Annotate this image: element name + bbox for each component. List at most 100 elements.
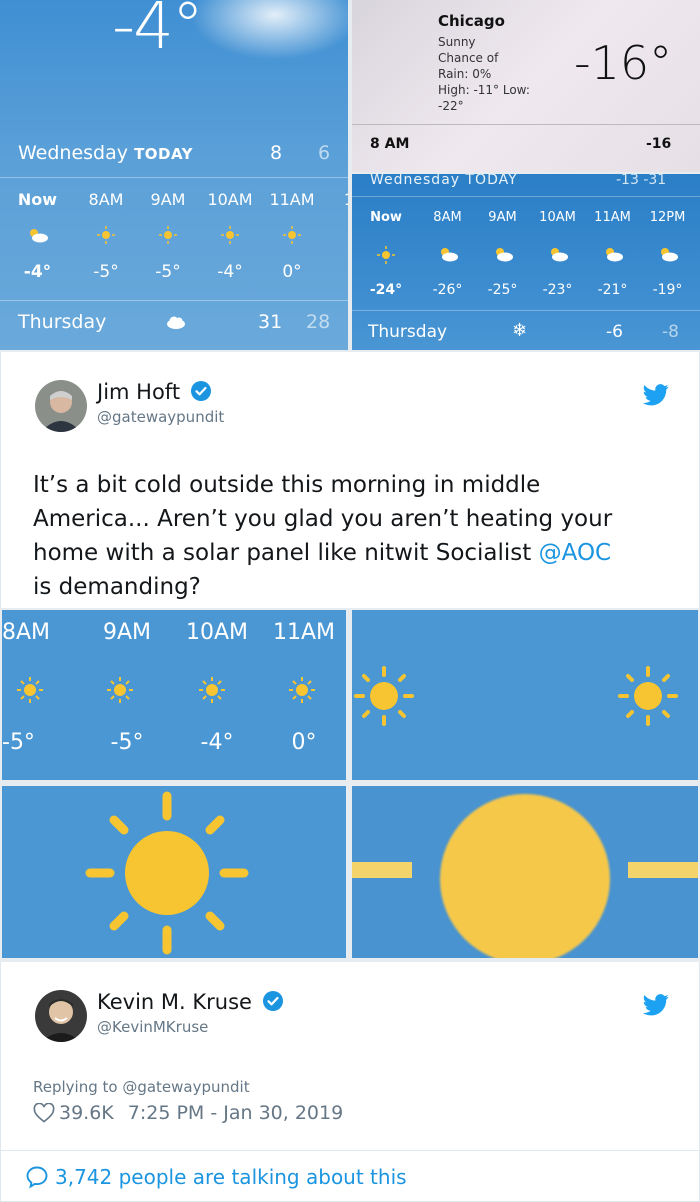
hour-label: 10AM	[207, 190, 253, 209]
sun-icon	[288, 676, 316, 708]
conversation-link[interactable]: 3,742 people are talking about this	[25, 1165, 407, 1189]
sun-ray	[352, 862, 412, 878]
timestamp[interactable]: 7:25 PM - Jan 30, 2019	[128, 1102, 343, 1124]
display-name-text[interactable]: Kevin M. Kruse	[97, 990, 252, 1014]
hour-temp: -4°	[200, 730, 234, 755]
hour-temp: -4°	[23, 262, 52, 282]
heart-icon[interactable]	[33, 1103, 55, 1123]
hour-label: 8AM	[433, 210, 462, 225]
tweet-line: home with a solar panel like nitwit Soci…	[33, 536, 673, 570]
divider	[352, 124, 700, 125]
partly-cloudy-icon	[530, 246, 585, 264]
zoom-image-forecast: 8AM 9AM 10AM 11AM -5° -5° -4° 0°	[2, 610, 346, 780]
next-day-high: -6	[606, 322, 623, 342]
partly-cloudy-icon	[0, 226, 75, 244]
hour-temp: -4°	[217, 262, 243, 282]
next-day-low: -8	[662, 322, 679, 342]
twitter-bird-icon[interactable]	[642, 994, 669, 1020]
hourly-temps: -24° -26° -25° -23° -21° -19°	[352, 282, 700, 298]
hour-label: 10AM	[185, 620, 249, 645]
divider	[352, 310, 700, 311]
verified-badge-icon	[190, 380, 211, 406]
next-day-high: 31	[258, 311, 283, 333]
sun-icon	[137, 226, 199, 244]
hour-temp: -24°	[369, 282, 403, 298]
tweet-card-jim-hoft[interactable]: Jim Hoft @gatewaypundit It’s a bit cold …	[0, 352, 700, 608]
sun-icon	[440, 794, 610, 958]
weather-screenshot-right: Wednesday TODAY -13 -31 Now 8AM 9AM 10AM…	[352, 174, 700, 350]
hour-temp: 2	[323, 262, 348, 282]
comment-bubble-icon	[25, 1165, 49, 1189]
cut-header: Wednesday TODAY	[370, 174, 518, 188]
hourly-labels: Now 8AM 9AM 10AM 11AM 12PM	[352, 210, 700, 225]
hour-temp: -5°	[93, 262, 119, 282]
hour-label: 8AM	[2, 620, 51, 645]
tweet-card-kevin-kruse[interactable]: Kevin M. Kruse @KevinMKruse Replying to …	[0, 962, 700, 1202]
day-low: 6	[318, 142, 331, 164]
hour-temp: 0°	[282, 262, 302, 282]
display-name-text[interactable]: Jim Hoft	[97, 380, 180, 404]
mention-link[interactable]: @AOC	[539, 540, 612, 566]
hour-temp: -25°	[487, 282, 518, 298]
zoom-temps: -5° -5° -4° 0°	[2, 730, 346, 755]
user-handle[interactable]: @gatewaypundit	[97, 408, 224, 426]
tweet-stats: 39.6K 7:25 PM - Jan 30, 2019	[33, 1102, 343, 1124]
display-name[interactable]: Jim Hoft	[97, 380, 211, 406]
rain-value: Rain: 0%	[438, 67, 492, 81]
tweet-line: is demanding?	[33, 574, 201, 600]
zoom-hour-labels: 8AM 9AM 10AM 11AM	[2, 620, 346, 645]
avatar[interactable]	[35, 380, 87, 432]
next-day-low: 28	[306, 311, 331, 333]
hour-temp: -19°	[652, 282, 683, 298]
hour-label: 9AM	[102, 620, 152, 645]
like-count[interactable]: 39.6K	[59, 1102, 114, 1124]
sun-ray	[628, 862, 698, 878]
hour-temp: -26°	[432, 282, 463, 298]
hour-temp: -16	[646, 136, 672, 152]
hour-label: 12PM	[649, 210, 686, 225]
divider	[1, 1150, 700, 1151]
sun-icon	[198, 676, 226, 708]
hour-temp: -21°	[597, 282, 628, 298]
hour-label: 9AM	[488, 210, 517, 225]
verified-badge-icon	[262, 990, 283, 1016]
user-handle[interactable]: @KevinMKruse	[97, 1018, 208, 1036]
cloud-icon	[166, 314, 186, 333]
weather-screenshot-left: -4° Wednesday TODAY 8 6 Now 8AM 9AM 10AM…	[0, 0, 348, 350]
hour-label: 8 AM	[370, 136, 410, 152]
hourly-temps: -4° -5° -5° -4° 0° 2	[0, 262, 348, 282]
partly-cloudy-icon	[585, 246, 640, 264]
hourly-labels: Now 8AM 9AM 10AM 11AM 12	[0, 190, 348, 209]
reply-context[interactable]: Replying to @gatewaypundit	[33, 1078, 250, 1096]
sun-icon	[199, 226, 261, 244]
city-name: Chicago	[438, 12, 505, 30]
chicago-weather-widget: Chicago Sunny Chance of Rain: 0% High: -…	[352, 0, 700, 172]
hour-label: 12	[323, 190, 348, 209]
display-name[interactable]: Kevin M. Kruse	[97, 990, 283, 1016]
conversation-text[interactable]: 3,742 people are talking about this	[55, 1165, 407, 1189]
day-high: 8	[270, 142, 283, 164]
low-value: -22°	[438, 99, 464, 113]
sun-icon	[352, 246, 420, 264]
hour-temp: -5°	[2, 730, 35, 755]
tweet-line: It’s a bit cold outside this morning in …	[33, 472, 541, 498]
divider	[0, 300, 348, 301]
hour-label: 8AM	[88, 190, 124, 209]
hour-label: 11AM	[272, 620, 336, 645]
cut-high-low: -13 -31	[616, 174, 667, 188]
tweet-text: It’s a bit cold outside this morning in …	[33, 468, 673, 604]
hour-temp: -5°	[155, 262, 181, 282]
rain-label: Chance of	[438, 51, 499, 65]
hourly-icons	[0, 226, 348, 244]
twitter-bird-icon[interactable]	[642, 384, 669, 410]
tweet-line: America... Aren’t you glad you aren’t he…	[33, 506, 613, 532]
avatar[interactable]	[35, 990, 87, 1042]
zoom-image-pixelated-sun	[352, 786, 698, 958]
day-name: Wednesday	[18, 142, 129, 164]
current-temperature: -16°	[574, 36, 673, 90]
hour-label: 10AM	[539, 210, 576, 225]
partly-cloudy-icon	[475, 246, 530, 264]
hour-temp: -23°	[542, 282, 573, 298]
hour-label: Now	[370, 210, 402, 225]
next-day-name: Thursday	[368, 322, 448, 342]
